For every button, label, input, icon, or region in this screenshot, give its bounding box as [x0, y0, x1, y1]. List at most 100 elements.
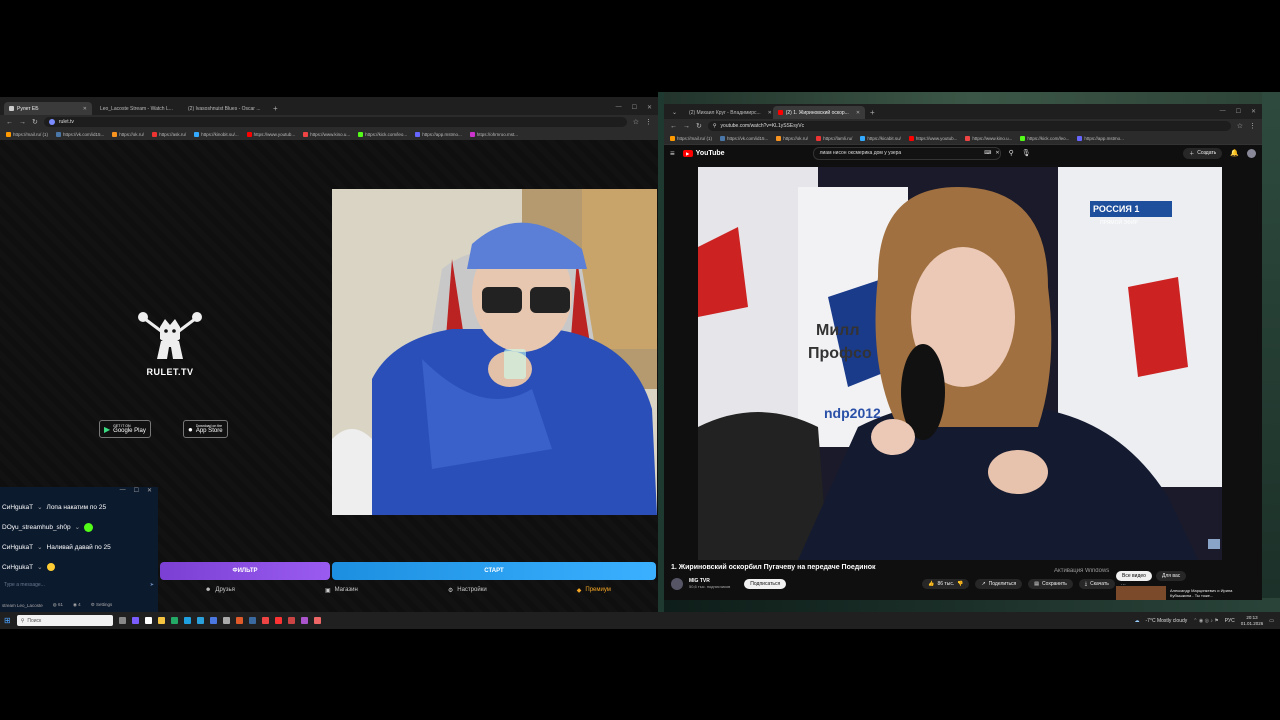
bookmark-star-icon[interactable]: ☆ — [633, 118, 639, 126]
close-window-icon[interactable]: ✕ — [647, 104, 652, 111]
tab-search-icon[interactable]: ⌄ — [668, 109, 681, 119]
edge-icon[interactable] — [183, 617, 191, 624]
download-button[interactable]: ⤓ Скачать — [1078, 579, 1115, 589]
bookmark-item[interactable]: https://lamli.ru/ — [816, 136, 852, 141]
subscribe-button[interactable]: Подписаться — [744, 579, 787, 589]
reload-icon[interactable]: ↻ — [32, 118, 38, 126]
reload-icon[interactable]: ↻ — [696, 122, 702, 130]
next-video-item[interactable]: Александр Марцинкевич и Ирина Кубышкина … — [1116, 586, 1238, 600]
youtube-logo[interactable]: ▶ YouTube — [682, 149, 725, 157]
close-tab-icon[interactable]: ✕ — [764, 110, 772, 116]
bookmark-item[interactable]: https://kinobit.su/... — [194, 132, 239, 137]
url-input[interactable]: rulet.tv — [43, 117, 627, 127]
forward-icon[interactable]: → — [683, 123, 690, 130]
clear-search-icon[interactable]: ✕ — [995, 150, 999, 156]
bookmark-item[interactable]: https://ask.ru/ — [152, 132, 186, 137]
microphone-icon[interactable]: 🎙 — [1022, 149, 1031, 157]
site-info-icon[interactable] — [48, 119, 55, 125]
channel-avatar[interactable] — [671, 578, 683, 590]
chip-for-you[interactable]: Для вас — [1155, 571, 1187, 581]
maximize-icon[interactable]: ☐ — [1236, 108, 1241, 115]
app-icon[interactable] — [144, 617, 152, 624]
minimize-icon[interactable]: — — [1220, 108, 1226, 115]
explorer-icon[interactable] — [157, 617, 165, 624]
youtube-video-player[interactable]: Милл Профсо ndp2012 РОССИЯ 1 ПРЯМОЙ ЭФИР — [698, 167, 1222, 560]
filter-button[interactable]: ФИЛЬТР — [160, 562, 330, 580]
bookmark-item[interactable]: https://www.youtub... — [246, 132, 295, 137]
close-tab-icon[interactable]: ✕ — [79, 106, 87, 112]
app-icon[interactable] — [222, 617, 230, 624]
weather-text[interactable]: -7°C Mostly cloudy — [1146, 618, 1188, 624]
fullscreen-icon[interactable] — [1208, 539, 1220, 549]
bookmark-star-icon[interactable]: ☆ — [1237, 122, 1243, 130]
notifications-icon[interactable]: 🔔 — [1230, 149, 1239, 157]
app-icon[interactable] — [235, 617, 243, 624]
app-icon[interactable] — [209, 617, 217, 624]
new-tab-button[interactable]: + — [865, 108, 880, 119]
bookmark-item[interactable]: https://ok.ru/ — [112, 132, 144, 137]
chat-username[interactable]: DOyu_streamhub_sh0p — [2, 524, 71, 531]
bookmark-item[interactable]: https://kick.com/leo... — [358, 132, 407, 137]
back-icon[interactable]: ← — [6, 119, 13, 126]
start-button[interactable]: СТАРТ — [332, 562, 656, 580]
like-button[interactable]: 👍 86 тыс. 👎 — [922, 579, 970, 589]
thumbs-down-icon[interactable]: 👎 — [957, 581, 963, 587]
left-tab-2[interactable]: Leo_Lacoste Stream - Watch L... ✕ — [92, 102, 180, 115]
chat-username[interactable]: СиНgukaТ — [2, 504, 33, 511]
menu-icon[interactable]: ⋮ — [1249, 122, 1256, 130]
app-icon[interactable] — [300, 617, 308, 624]
app-icon[interactable] — [131, 617, 139, 624]
bookmark-item[interactable]: https://vk.com/id15... — [56, 132, 104, 137]
yandex-icon[interactable] — [274, 617, 282, 624]
bookmark-item[interactable]: https://mail.ru/ (1) — [6, 132, 48, 137]
bookmark-item[interactable]: https://kick.com/leo... — [1020, 136, 1069, 141]
app-icon[interactable] — [170, 617, 178, 624]
bookmark-item[interactable]: https://www.kino.u... — [303, 132, 350, 137]
task-view-icon[interactable] — [118, 617, 126, 624]
app-icon[interactable] — [248, 617, 256, 624]
nav-premium[interactable]: ◆ Премиум — [577, 587, 611, 594]
chat-username[interactable]: СиНgukaТ — [2, 544, 33, 551]
left-tab-3[interactable]: (2) Ivasoshnuist Blues - Oscar ... ✕ — [180, 102, 268, 115]
telegram-icon[interactable] — [196, 617, 204, 624]
chat-username[interactable]: СиНgukaТ — [2, 564, 33, 571]
avatar[interactable] — [1247, 148, 1256, 158]
send-icon[interactable]: ➤ — [150, 582, 154, 588]
bookmark-item[interactable]: https://vk.com/id15... — [720, 136, 768, 141]
chrome-icon[interactable] — [287, 617, 295, 624]
back-icon[interactable]: ← — [670, 123, 677, 130]
bookmark-item[interactable]: https://ohrnroo.mst... — [469, 132, 518, 137]
bookmark-item[interactable]: https://kicabit.su/ — [860, 136, 901, 141]
minimize-icon[interactable]: — — [120, 487, 126, 497]
bookmark-item[interactable]: https://app.mstmo... — [1077, 136, 1124, 141]
chrome-icon[interactable] — [313, 617, 321, 624]
maximize-icon[interactable]: ☐ — [632, 104, 637, 111]
new-tab-button[interactable]: + — [268, 104, 283, 115]
weather-icon[interactable]: ☁ — [1135, 618, 1140, 624]
close-window-icon[interactable]: ✕ — [147, 487, 152, 497]
google-play-button[interactable]: ▶ GET IT ON Google Play — [99, 420, 151, 438]
chat-settings-button[interactable]: ⚙ Settings — [91, 602, 113, 608]
taskbar-search-input[interactable]: ⚲ Поиск — [16, 615, 113, 626]
url-input[interactable]: ⚲ youtube.com/watch?v=KL1ySSEsyVc — [707, 121, 1231, 131]
minimize-icon[interactable]: — — [616, 104, 622, 111]
right-tab-1[interactable]: (2) Михаил Круг - Владимирс... ✕ — [681, 106, 773, 119]
chat-message-input[interactable]: Type a message... ➤ — [4, 580, 154, 590]
bookmark-item[interactable]: https://www.youtub... — [908, 136, 957, 141]
site-info-icon[interactable]: ⚲ — [713, 123, 717, 129]
chip-all[interactable]: Все видео — [1116, 571, 1152, 581]
close-window-icon[interactable]: ✕ — [1251, 108, 1256, 115]
left-tab-1[interactable]: Рулет ЕБ ✕ — [4, 102, 92, 115]
language-indicator[interactable]: РУС — [1225, 618, 1235, 624]
create-button[interactable]: ＋ Создать — [1183, 147, 1223, 159]
close-tab-icon[interactable]: ✕ — [852, 110, 860, 116]
clock[interactable]: 20:13 01.01.2026 — [1241, 615, 1264, 627]
bookmark-item[interactable]: https://mail.ru/ (1) — [670, 136, 712, 141]
nav-shop[interactable]: ▣ Магазин — [325, 587, 358, 594]
app-store-button[interactable]: ● Download on the App Store — [183, 420, 228, 438]
chrome-icon[interactable] — [261, 617, 269, 624]
start-icon[interactable]: ⊞ — [4, 616, 11, 625]
bookmark-item[interactable]: https://app.mstmo... — [415, 132, 462, 137]
bookmark-item[interactable]: https://ok.ru/ — [776, 136, 808, 141]
right-tab-2[interactable]: (2) 1. Жириновский оскор... ✕ — [773, 106, 866, 119]
